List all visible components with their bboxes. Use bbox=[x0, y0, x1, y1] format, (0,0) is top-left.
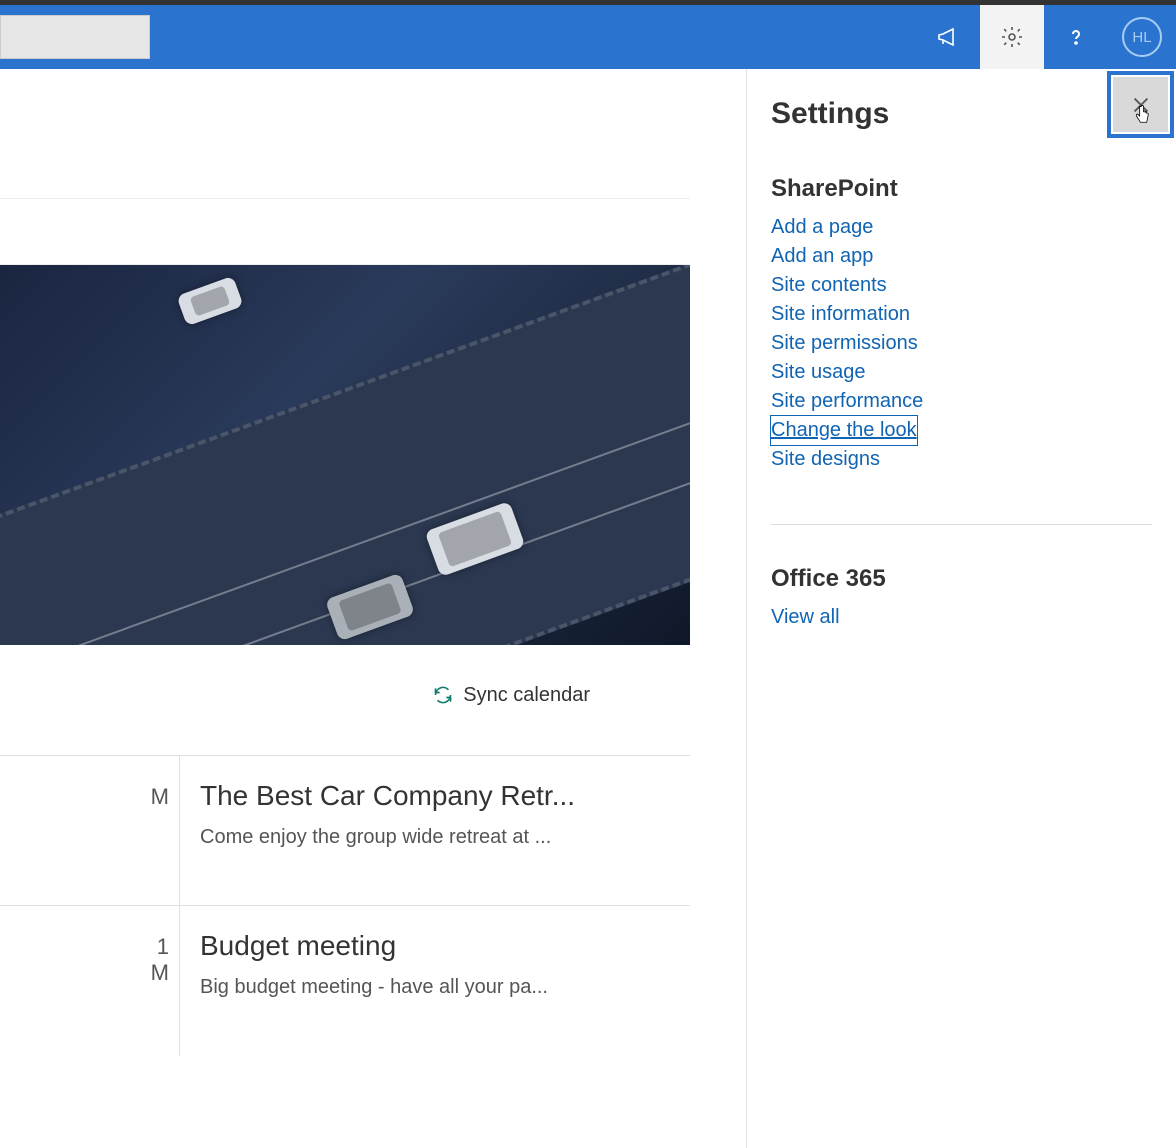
event-row[interactable]: M The Best Car Company Retr... Come enjo… bbox=[0, 756, 690, 906]
avatar-initials: HL bbox=[1132, 29, 1151, 46]
settings-link-site-information[interactable]: Site information bbox=[771, 300, 1152, 329]
settings-link-add-page[interactable]: Add a page bbox=[771, 213, 1152, 242]
help-icon bbox=[1064, 25, 1088, 49]
settings-panel: Settings SharePoint Add a page Add an ap… bbox=[746, 69, 1176, 1148]
header-right: HL bbox=[916, 5, 1176, 69]
settings-link-add-app[interactable]: Add an app bbox=[771, 242, 1152, 271]
event-title: Budget meeting bbox=[200, 930, 670, 962]
settings-link-site-designs[interactable]: Site designs bbox=[771, 445, 1152, 474]
event-description: Big budget meeting - have all your pa... bbox=[200, 976, 670, 999]
settings-link-change-look[interactable]: Change the look bbox=[771, 416, 917, 445]
gear-icon bbox=[1000, 25, 1024, 49]
settings-link-site-usage[interactable]: Site usage bbox=[771, 358, 1152, 387]
settings-link-site-permissions[interactable]: Site permissions bbox=[771, 329, 1152, 358]
sync-calendar-button[interactable]: Sync calendar bbox=[0, 645, 690, 705]
page-header-region bbox=[0, 69, 690, 199]
header-bar: HL bbox=[0, 5, 1176, 69]
settings-link-site-performance[interactable]: Site performance bbox=[771, 387, 1152, 416]
event-row[interactable]: 1 M Budget meeting Big budget meeting - … bbox=[0, 906, 690, 1056]
events-list: M The Best Car Company Retr... Come enjo… bbox=[0, 755, 690, 1056]
section-divider bbox=[771, 524, 1152, 525]
section-heading-sharepoint: SharePoint bbox=[771, 175, 1152, 203]
help-button[interactable] bbox=[1044, 5, 1108, 69]
sync-icon bbox=[433, 685, 453, 705]
megaphone-button[interactable] bbox=[916, 5, 980, 69]
search-input[interactable] bbox=[0, 15, 150, 59]
main-content: Sync calendar M The Best Car Company Ret… bbox=[0, 69, 690, 1148]
event-title: The Best Car Company Retr... bbox=[200, 780, 670, 812]
settings-title: Settings bbox=[771, 97, 1152, 131]
settings-button[interactable] bbox=[980, 5, 1044, 69]
avatar[interactable]: HL bbox=[1122, 17, 1162, 57]
close-button[interactable] bbox=[1113, 77, 1168, 132]
settings-link-view-all[interactable]: View all bbox=[771, 603, 1152, 632]
section-heading-office365: Office 365 bbox=[771, 565, 1152, 593]
event-time-partial: M bbox=[0, 756, 180, 905]
event-description: Come enjoy the group wide retreat at ... bbox=[200, 826, 670, 849]
hero-image bbox=[0, 265, 690, 645]
page-subheader-region bbox=[0, 199, 690, 265]
megaphone-icon bbox=[936, 25, 960, 49]
cursor-hand-icon bbox=[1131, 105, 1153, 127]
event-time-partial: 1 M bbox=[0, 906, 180, 1056]
settings-link-site-contents[interactable]: Site contents bbox=[771, 271, 1152, 300]
sync-label: Sync calendar bbox=[463, 684, 590, 707]
